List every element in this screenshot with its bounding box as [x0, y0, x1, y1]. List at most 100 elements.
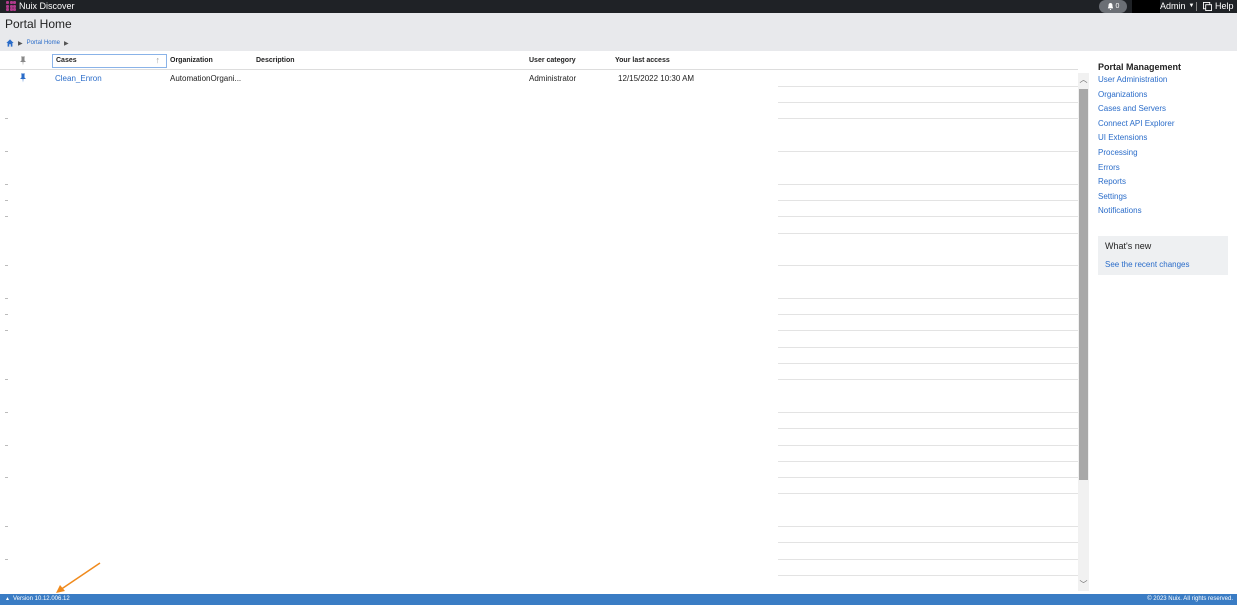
grid-line — [778, 445, 1078, 446]
grid-scrollbar[interactable]: ︿ ﹀ — [1078, 73, 1089, 591]
grid-line — [778, 428, 1078, 429]
grid-tick — [5, 379, 8, 380]
grid-tick — [5, 298, 8, 299]
grid-line — [778, 412, 1078, 413]
grid-line — [778, 102, 1078, 103]
cell-organization: AutomationOrgani... — [170, 74, 242, 83]
column-header-user-category[interactable]: User category — [529, 57, 576, 64]
grid-line — [778, 477, 1078, 478]
grid-tick — [5, 151, 8, 152]
version-info[interactable]: ▲ Version 10.12.006.12 — [5, 596, 70, 602]
column-header-last-access[interactable]: Your last access — [615, 57, 670, 64]
scroll-up-icon[interactable]: ︿ — [1078, 74, 1089, 86]
grid-tick — [5, 412, 8, 413]
link-notifications[interactable]: Notifications — [1098, 204, 1230, 219]
help-label: Help — [1215, 1, 1234, 11]
grid-tick — [5, 314, 8, 315]
top-bar: Nuix Discover 0 Admin ▼ Help — [0, 0, 1237, 13]
copyright: © 2023 Nuix. All rights reserved. — [1147, 596, 1233, 602]
grid-line — [778, 330, 1078, 331]
grid-line — [778, 184, 1078, 185]
scrollbar-thumb[interactable] — [1079, 89, 1088, 480]
grid-line — [778, 575, 1078, 576]
grid-line — [778, 526, 1078, 527]
grid-line — [778, 559, 1078, 560]
grid-line — [778, 298, 1078, 299]
bell-icon — [1107, 2, 1113, 10]
grid-line — [778, 379, 1078, 380]
pin-column-icon[interactable] — [18, 56, 28, 66]
column-header-organization[interactable]: Organization — [170, 57, 213, 64]
grid-tick — [5, 330, 8, 331]
column-label-cases: Cases — [56, 57, 77, 64]
grid-line — [778, 86, 1078, 87]
grid-line — [778, 461, 1078, 462]
status-footer: ▲ Version 10.12.006.12 © 2023 Nuix. All … — [0, 594, 1237, 605]
grid-line — [778, 542, 1078, 543]
portal-management-title: Portal Management — [1098, 62, 1182, 72]
app-logo[interactable]: Nuix Discover — [6, 1, 75, 11]
sort-ascending-icon[interactable]: ↑ — [156, 55, 161, 65]
page-header: Portal Home ▶ Portal Home ▶ — [0, 13, 1237, 51]
pinned-icon[interactable] — [18, 73, 28, 83]
grid-line — [778, 200, 1078, 201]
grid-line — [778, 216, 1078, 217]
app-name: Nuix Discover — [19, 1, 75, 11]
table-row[interactable]: Clean_Enron AutomationOrgani... Administ… — [0, 71, 780, 87]
scroll-down-icon[interactable]: ﹀ — [1078, 579, 1089, 591]
grid-tick — [5, 184, 8, 185]
link-user-administration[interactable]: User Administration — [1098, 73, 1230, 88]
grid-tick — [5, 200, 8, 201]
nuix-logo-icon — [6, 1, 16, 11]
user-menu[interactable]: Admin ▼ — [1160, 1, 1194, 11]
grid-line — [778, 233, 1078, 234]
grid-tick — [5, 265, 8, 266]
notification-count: 0 — [1115, 3, 1120, 10]
column-header-description[interactable]: Description — [256, 57, 295, 64]
grid-tick — [5, 216, 8, 217]
breadcrumb-caret-icon: ▶ — [18, 40, 23, 47]
divider — [1196, 2, 1197, 11]
breadcrumb: ▶ Portal Home ▶ — [6, 39, 69, 47]
cell-last-access: 12/15/2022 10:30 AM — [618, 74, 695, 83]
link-errors[interactable]: Errors — [1098, 161, 1230, 176]
notifications-button[interactable]: 0 — [1099, 0, 1127, 13]
grid-line — [778, 347, 1078, 348]
page-title: Portal Home — [5, 17, 72, 31]
link-settings[interactable]: Settings — [1098, 190, 1230, 205]
whats-new-title: What's new — [1105, 241, 1152, 251]
user-label: Admin — [1160, 1, 1186, 11]
annotation-arrow-icon — [56, 562, 101, 593]
breadcrumb-caret-icon: ▶ — [63, 40, 69, 47]
link-reports[interactable]: Reports — [1098, 175, 1230, 190]
home-icon[interactable] — [6, 39, 14, 47]
breadcrumb-item-portal-home[interactable]: Portal Home — [27, 40, 60, 46]
case-link[interactable]: Clean_Enron — [55, 74, 102, 83]
grid-tick — [5, 445, 8, 446]
link-cases-and-servers[interactable]: Cases and Servers — [1098, 102, 1230, 117]
whats-new-box: What's new See the recent changes — [1098, 236, 1228, 275]
grid-tick — [5, 559, 8, 560]
link-organizations[interactable]: Organizations — [1098, 88, 1230, 103]
version-label: Version 10.12.006.12 — [12, 596, 70, 602]
link-ui-extensions[interactable]: UI Extensions — [1098, 131, 1230, 146]
grid-line — [778, 363, 1078, 364]
grid-tick — [5, 118, 8, 119]
grid-tick — [5, 526, 8, 527]
link-connect-api-explorer[interactable]: Connect API Explorer — [1098, 117, 1230, 132]
grid-line — [778, 118, 1078, 119]
help-button[interactable]: Help — [1203, 1, 1234, 11]
grid-line — [778, 151, 1078, 152]
recent-changes-link[interactable]: See the recent changes — [1105, 260, 1190, 269]
cell-user-category: Administrator — [529, 74, 577, 83]
cases-grid: Cases ↑ Organization Description User ca… — [0, 52, 1078, 593]
chevron-down-icon: ▼ — [1188, 3, 1195, 9]
caret-up-icon: ▲ — [5, 596, 10, 602]
link-processing[interactable]: Processing — [1098, 146, 1230, 161]
portal-management-panel: Portal Management User Administration Or… — [1098, 62, 1230, 219]
help-icon — [1203, 1, 1212, 11]
grid-line — [778, 493, 1078, 494]
grid-tick — [5, 477, 8, 478]
grid-line — [778, 314, 1078, 315]
column-header-cases[interactable]: Cases ↑ — [52, 54, 167, 68]
